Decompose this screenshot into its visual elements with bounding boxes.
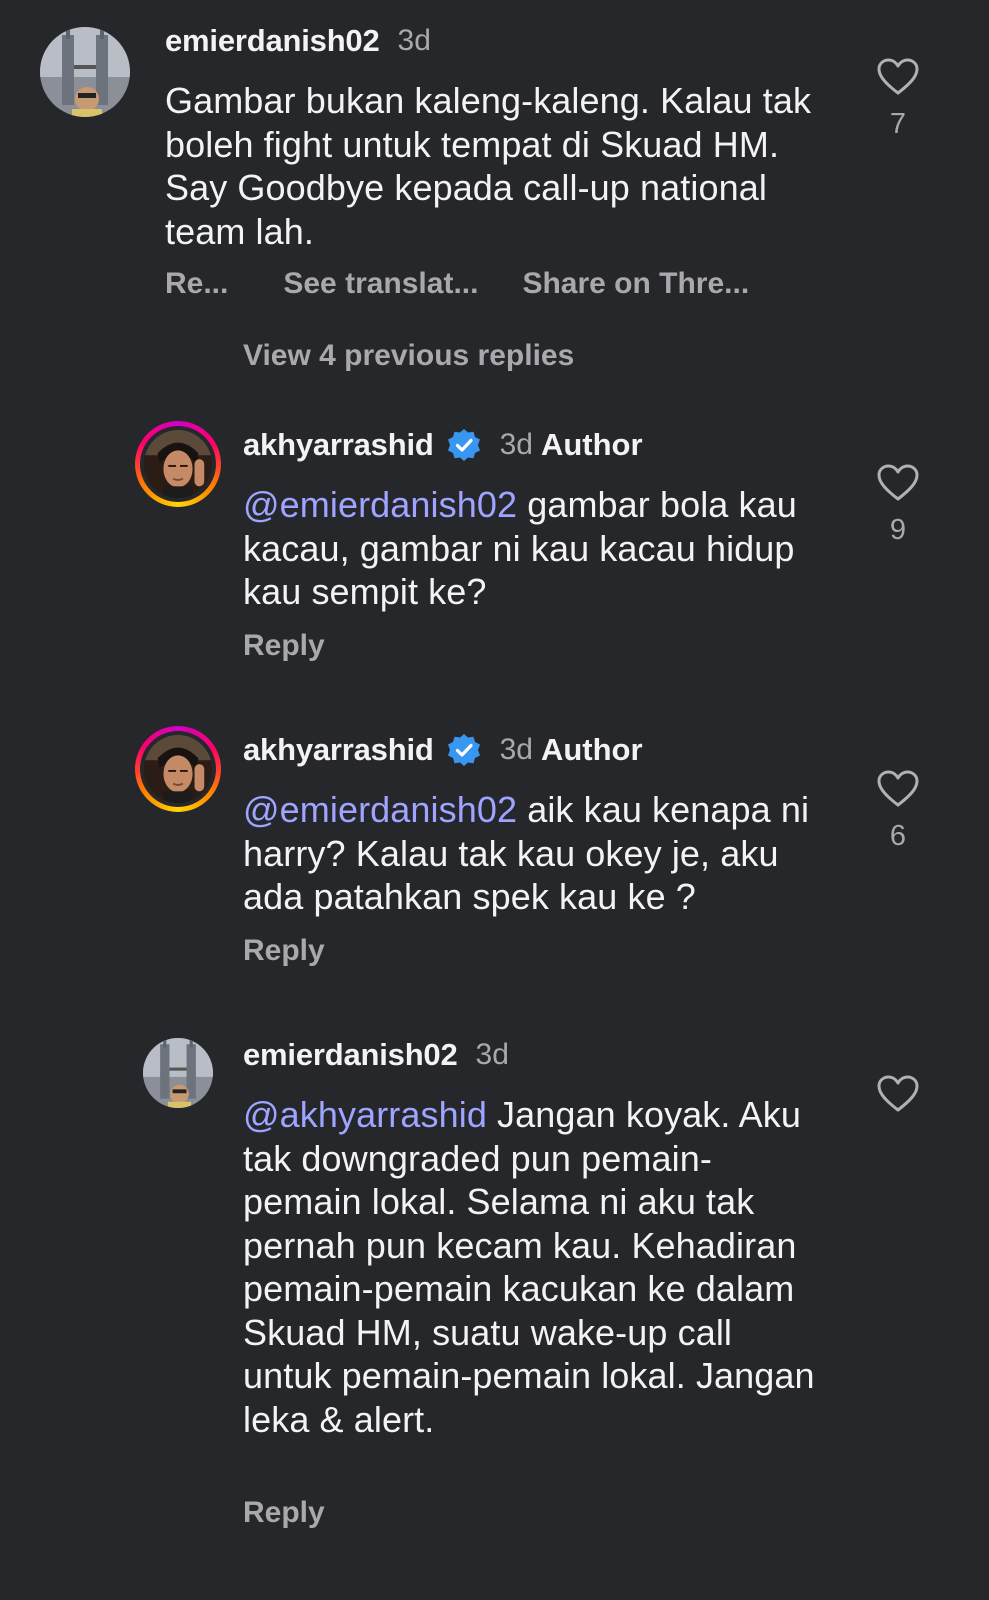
comment-text: @akhyarrashid Jangan koyak. Aku tak down… bbox=[243, 1093, 828, 1441]
like-count: 7 bbox=[889, 108, 907, 140]
author-label: Author bbox=[540, 427, 643, 462]
comment-text-content: Jangan koyak. Aku tak downgraded pun pem… bbox=[243, 1094, 815, 1440]
avatar-story-ring[interactable] bbox=[135, 726, 221, 812]
comment-text: @emierdanish02 gambar bola kau kacau, ga… bbox=[243, 483, 823, 614]
mention-link[interactable]: @akhyarrashid bbox=[243, 1094, 487, 1135]
comment-text-content: Gambar bukan kaleng-kaleng. Kalau tak bo… bbox=[165, 80, 812, 252]
see-translation-button[interactable]: See translat... bbox=[283, 267, 478, 301]
author-label: Author bbox=[540, 732, 643, 767]
avatar-story-ring[interactable] bbox=[135, 421, 221, 507]
username[interactable]: emierdanish02 bbox=[165, 23, 380, 59]
reply-button[interactable]: Reply bbox=[243, 1496, 325, 1530]
username[interactable]: emierdanish02 bbox=[243, 1037, 458, 1073]
view-previous-replies-button[interactable]: View 4 previous replies bbox=[243, 339, 574, 373]
timestamp: 3d bbox=[499, 733, 533, 766]
share-on-threads-button[interactable]: Share on Thre... bbox=[522, 267, 749, 301]
mention-link[interactable]: @emierdanish02 bbox=[243, 484, 517, 525]
timestamp: 3d bbox=[397, 24, 431, 57]
heart-outline-icon[interactable] bbox=[868, 770, 928, 808]
like-count: 6 bbox=[889, 820, 907, 852]
avatar[interactable] bbox=[40, 27, 130, 117]
username[interactable]: akhyarrashid bbox=[243, 427, 434, 463]
timestamp: 3d bbox=[499, 428, 533, 461]
verified-badge-icon bbox=[446, 732, 482, 768]
verified-badge-icon bbox=[446, 427, 482, 463]
reply-button[interactable]: Reply bbox=[243, 934, 325, 968]
reply-button[interactable]: Reply bbox=[243, 629, 325, 663]
timestamp: 3d bbox=[475, 1038, 509, 1071]
avatar[interactable] bbox=[143, 1038, 213, 1108]
reply-button[interactable]: Re... bbox=[165, 267, 228, 301]
avatar bbox=[144, 735, 212, 803]
username[interactable]: akhyarrashid bbox=[243, 732, 434, 768]
comment-text: @emierdanish02 aik kau kenapa ni harry? … bbox=[243, 788, 823, 919]
avatar bbox=[144, 430, 212, 498]
heart-outline-icon[interactable] bbox=[868, 58, 928, 96]
heart-outline-icon[interactable] bbox=[868, 1075, 928, 1113]
comment-text: Gambar bukan kaleng-kaleng. Kalau tak bo… bbox=[165, 79, 825, 253]
mention-link[interactable]: @emierdanish02 bbox=[243, 789, 517, 830]
heart-outline-icon[interactable] bbox=[868, 464, 928, 502]
like-count: 9 bbox=[889, 514, 907, 546]
